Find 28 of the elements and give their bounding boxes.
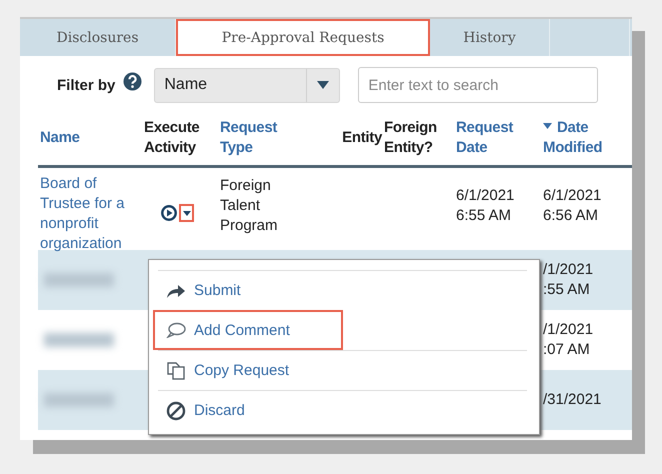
menu-item[interactable]: Copy Request: [158, 350, 527, 390]
menu-item[interactable]: Submit: [158, 270, 527, 310]
tab[interactable]: Pre-Approval Requests: [176, 19, 430, 56]
column-header: Entity: [342, 128, 382, 148]
menu-item[interactable]: Discard: [158, 390, 527, 430]
column-header-link[interactable]: Name: [40, 128, 80, 148]
caret-icon: [182, 210, 190, 216]
table-cell: /31/2021: [543, 390, 601, 410]
column-header-link[interactable]: Request Date: [456, 118, 514, 158]
column-header: Execute Activity: [144, 118, 200, 158]
sort-caret-icon: [543, 123, 552, 130]
table-cell-text: /1/2021 :55 AM: [543, 260, 594, 300]
play-icon[interactable]: [161, 205, 177, 221]
menu-item[interactable]: Add Comment: [153, 310, 343, 350]
table-cell-text: Foreign Talent Program: [220, 176, 279, 236]
table-cell-text: 6/1/2021 6:55 AM: [456, 186, 516, 226]
filter-select[interactable]: Name: [154, 68, 340, 102]
table-cell-text: /1/2021 :07 AM: [543, 320, 594, 360]
filter-label: Filter by: [57, 76, 116, 94]
column-header: Foreign Entity?: [384, 118, 437, 158]
help-icon[interactable]: [123, 72, 142, 90]
table-cell-text: 6/1/2021 6:56 AM: [543, 186, 602, 226]
search-field[interactable]: Enter text to search: [358, 67, 598, 103]
name-link[interactable]: Board of Trustee for a nonprofit organization: [40, 174, 140, 254]
tab[interactable]: History: [430, 19, 550, 56]
column-header-link[interactable]: Date Modified: [543, 118, 602, 158]
caret-button[interactable]: [179, 204, 194, 222]
column-header-link[interactable]: Request Type: [220, 118, 278, 158]
